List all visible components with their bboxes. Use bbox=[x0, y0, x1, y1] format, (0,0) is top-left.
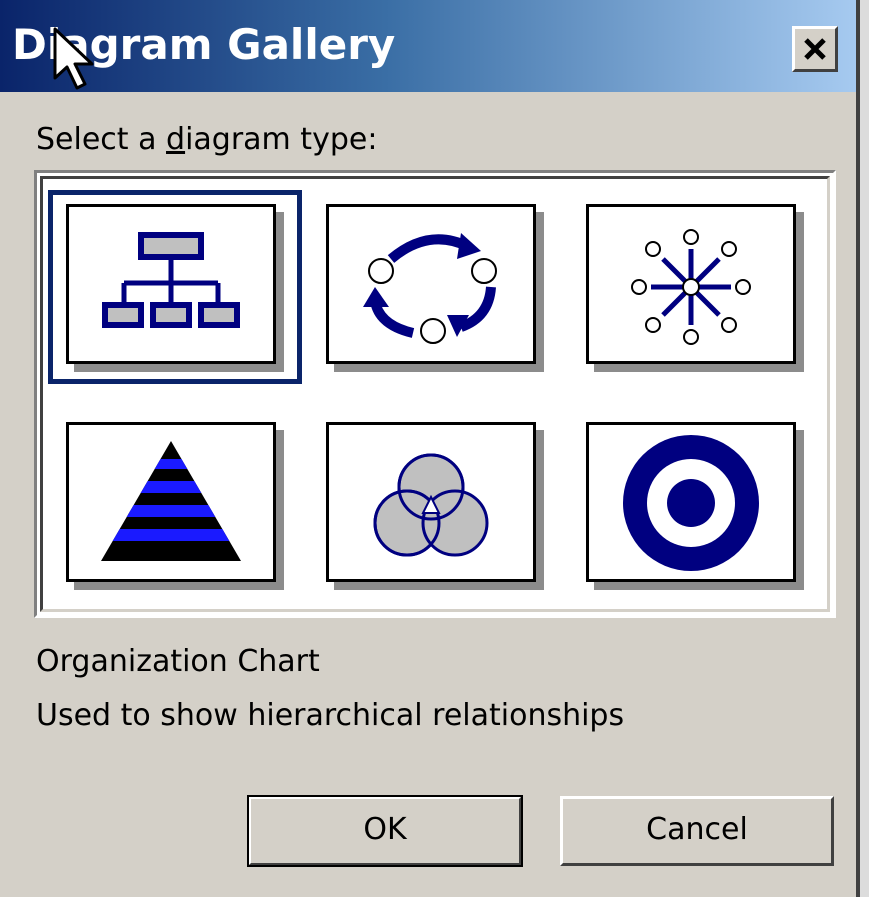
cycle-icon bbox=[363, 233, 497, 344]
diagram-option-venn[interactable] bbox=[326, 422, 536, 582]
ok-button[interactable]: OK bbox=[247, 795, 523, 867]
diagram-option-cycle[interactable] bbox=[326, 204, 536, 364]
cancel-button[interactable]: Cancel bbox=[560, 796, 834, 866]
pyramid-icon bbox=[101, 441, 241, 561]
select-diagram-type-label: Select a diagram type: bbox=[36, 122, 378, 157]
venn-icon bbox=[373, 453, 489, 557]
mouse-cursor-icon bbox=[53, 27, 94, 90]
diagram-option-radial[interactable] bbox=[586, 204, 796, 364]
diagram-option-organization-chart[interactable] bbox=[66, 204, 276, 364]
accelerator-key: d bbox=[166, 122, 186, 157]
diagram-option-pyramid[interactable] bbox=[66, 422, 276, 582]
close-icon bbox=[804, 38, 826, 60]
org-chart-icon bbox=[102, 232, 240, 328]
radial-icon bbox=[631, 229, 751, 345]
title-bar[interactable]: Diagram Gallery bbox=[0, 0, 856, 92]
diagram-description: Used to show hierarchical relationships bbox=[36, 698, 625, 733]
close-button[interactable] bbox=[792, 26, 838, 72]
diagram-name: Organization Chart bbox=[36, 644, 320, 679]
diagram-gallery-dialog: Diagram Gallery Select a diagram type: O… bbox=[0, 0, 860, 897]
diagram-option-target[interactable] bbox=[586, 422, 796, 582]
target-icon bbox=[623, 435, 759, 571]
